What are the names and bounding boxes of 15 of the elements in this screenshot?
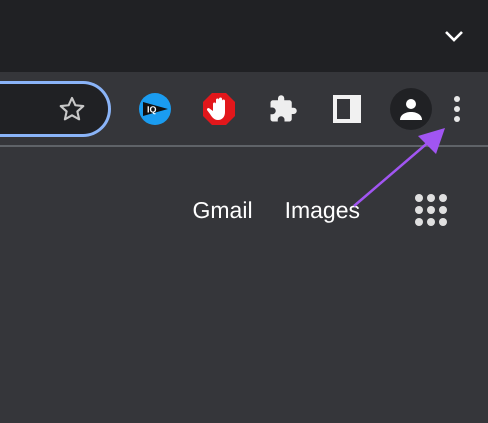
play-logo-icon: IQ [138, 92, 172, 126]
menu-icon[interactable] [453, 94, 461, 122]
side-panel-icon [333, 94, 361, 122]
star-icon[interactable] [58, 94, 86, 122]
stop-hand-icon [202, 92, 236, 126]
apps-grid-icon [414, 193, 448, 227]
puzzle-icon [268, 94, 298, 124]
nav-link[interactable]: Images [284, 196, 360, 224]
chevron-down-icon[interactable] [444, 30, 464, 42]
address-bar[interactable] [0, 80, 111, 136]
person-icon [399, 96, 423, 120]
apps-button[interactable] [414, 193, 448, 227]
nav-link[interactable]: Gmail [192, 196, 253, 224]
extension-button[interactable]: IQ [123, 84, 187, 132]
profile-button[interactable] [390, 88, 432, 130]
